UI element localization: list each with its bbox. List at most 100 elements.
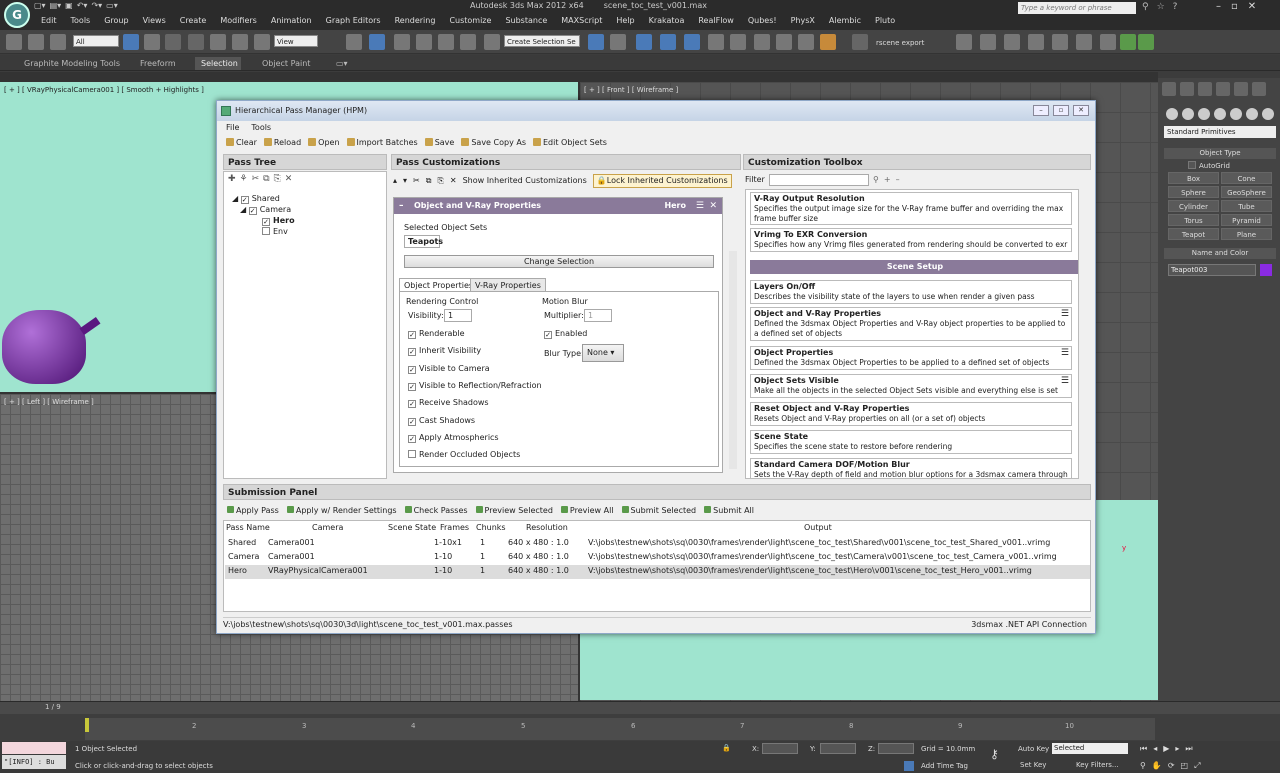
filter-input[interactable] xyxy=(769,174,869,186)
menu-krakatoa[interactable]: Krakatoa xyxy=(642,16,692,29)
table-cell[interactable]: 1 xyxy=(480,566,485,575)
tab-object-paint[interactable]: Object Paint xyxy=(256,57,316,70)
search-input[interactable]: Type a keyword or phrase xyxy=(1018,2,1136,14)
hierarchy-tab-icon[interactable] xyxy=(1198,82,1212,96)
scene-setup-header[interactable]: Scene Setup xyxy=(750,260,1078,274)
x-coord-field[interactable] xyxy=(762,743,798,754)
submit-selected-button[interactable]: Submit Selected xyxy=(622,504,697,518)
time-cursor[interactable] xyxy=(85,718,89,732)
display-tab-icon[interactable] xyxy=(1234,82,1248,96)
maxscript-input[interactable]: "[INFO] : Bu xyxy=(2,755,66,769)
toolbox-item[interactable]: Scene State Specifies the scene state to … xyxy=(750,430,1072,454)
hpm-menu-tools[interactable]: Tools xyxy=(251,121,271,134)
playback-controls[interactable]: ⏮◂▶▸⏭ xyxy=(1140,744,1199,754)
bind-spacewarp-icon[interactable] xyxy=(50,34,66,50)
set-key-button[interactable]: Set Key xyxy=(1020,761,1046,769)
toolbox-item[interactable]: ☰ Object Sets Visible Make all the objects… xyxy=(750,374,1072,398)
snaps-icon[interactable] xyxy=(394,34,410,50)
curve-editor-icon[interactable] xyxy=(684,34,700,50)
table-cell[interactable]: V:\jobs\testnew\shots\sq\0030\frames\ren… xyxy=(588,538,1050,547)
hpm-minimize-icon[interactable]: – xyxy=(1033,105,1049,116)
copy-icon[interactable]: ⧉ xyxy=(426,173,432,189)
app-logo-button[interactable]: G xyxy=(4,2,30,28)
visible-camera-checkbox[interactable]: ✓ Visible to Camera xyxy=(408,364,490,374)
table-cell[interactable]: 1 xyxy=(480,552,485,561)
open-icon[interactable]: ▤▾ xyxy=(50,1,62,13)
viewport-left-label[interactable]: [ + ] [ Left ] [ Wireframe ] xyxy=(4,398,94,406)
table-cell[interactable]: Hero xyxy=(228,566,247,575)
key-mode-select[interactable]: Selected xyxy=(1052,743,1128,754)
tool-icon-3[interactable] xyxy=(1028,34,1044,50)
hpm-menu-file[interactable]: File xyxy=(226,121,239,134)
teapot-object[interactable] xyxy=(2,310,86,384)
auto-key-button[interactable]: Auto Key xyxy=(1018,745,1049,753)
tab-graphite-modeling[interactable]: Graphite Modeling Tools xyxy=(18,57,126,70)
menu-views[interactable]: Views xyxy=(136,16,173,29)
check-passes-button[interactable]: Check Passes xyxy=(405,504,468,518)
col-resolution[interactable]: Resolution xyxy=(526,523,568,532)
reference-coord-select[interactable]: View xyxy=(274,35,318,47)
key-icon[interactable]: ⚷ xyxy=(990,747,999,761)
spinner-snap-icon[interactable] xyxy=(460,34,476,50)
visibility-input[interactable]: 1 xyxy=(444,309,472,322)
col-camera[interactable]: Camera xyxy=(312,523,343,532)
menu-help[interactable]: Help xyxy=(609,16,641,29)
tab-freeform[interactable]: Freeform xyxy=(134,57,182,70)
tool-icon-6[interactable] xyxy=(1100,34,1116,50)
toolbox-item[interactable]: ☰ Object Properties Defined the 3dsmax Obj… xyxy=(750,346,1072,370)
env-checkbox[interactable] xyxy=(262,227,270,235)
lights-icon[interactable] xyxy=(1198,108,1210,120)
cylinder-button[interactable]: Cylinder xyxy=(1168,200,1219,212)
named-selection-select[interactable]: Create Selection Se xyxy=(504,35,580,47)
layer-manager-icon[interactable] xyxy=(636,34,652,50)
geometry-icon[interactable] xyxy=(1166,108,1178,120)
schematic-view-icon[interactable] xyxy=(708,34,724,50)
project-icon[interactable]: ▭▾ xyxy=(106,1,118,13)
viewport-front-label[interactable]: [ + ] [ Front ] [ Wireframe ] xyxy=(584,86,678,94)
visible-reflection-checkbox[interactable]: ✓ Visible to Reflection/Refraction xyxy=(408,381,542,391)
open-button[interactable]: Open xyxy=(308,135,339,151)
tab-object-properties[interactable]: Object Properties xyxy=(399,278,479,292)
pivot-icon[interactable] xyxy=(346,34,362,50)
tab-vray-properties[interactable]: V-Ray Properties xyxy=(470,278,546,292)
save-icon[interactable]: ▣ xyxy=(65,1,73,13)
time-slider[interactable]: 1 / 9 xyxy=(0,702,1280,714)
autogrid-checkbox[interactable]: AutoGrid xyxy=(1188,161,1230,170)
helpers-icon[interactable] xyxy=(1230,108,1242,120)
angle-snap-icon[interactable] xyxy=(416,34,432,50)
col-output[interactable]: Output xyxy=(804,523,832,532)
blur-type-select[interactable]: None ▾ xyxy=(582,344,624,362)
toolbox-item[interactable]: Layers On/Off Describes the visibility st… xyxy=(750,280,1072,304)
manipulate-icon[interactable] xyxy=(369,34,385,50)
motion-tab-icon[interactable] xyxy=(1216,82,1230,96)
hero-checkbox[interactable]: ✓ xyxy=(262,218,270,226)
menu-physx[interactable]: PhysX xyxy=(784,16,822,29)
redo-icon[interactable]: ↷▾ xyxy=(91,1,102,13)
move-icon[interactable] xyxy=(210,34,226,50)
pyramid-button[interactable]: Pyramid xyxy=(1221,214,1272,226)
tool-icon-1[interactable] xyxy=(956,34,972,50)
link-icon[interactable] xyxy=(6,34,22,50)
delete-icon[interactable]: ✕ xyxy=(450,173,457,189)
menu-substance[interactable]: Substance xyxy=(498,16,554,29)
tool-icon-7[interactable] xyxy=(1120,34,1136,50)
timeline-ruler[interactable]: 2 3 4 5 6 7 8 9 10 xyxy=(85,718,1155,740)
menu-tools[interactable]: Tools xyxy=(64,16,98,29)
filter-tools[interactable]: ⚲+– xyxy=(873,175,905,184)
renderable-checkbox[interactable]: ✓ Renderable xyxy=(408,329,465,339)
table-cell[interactable]: 640 x 480 : 1.0 xyxy=(508,552,569,561)
object-type-rollout[interactable]: Object Type xyxy=(1164,148,1276,159)
render-occluded-checkbox[interactable]: Render Occluded Objects xyxy=(408,450,520,459)
paste-icon[interactable]: ⎘ xyxy=(437,173,443,189)
table-cell[interactable]: V:\jobs\testnew\shots\sq\0030\frames\ren… xyxy=(588,552,1057,561)
systems-icon[interactable] xyxy=(1262,108,1274,120)
viewport-camera-label[interactable]: [ + ] [ VRayPhysicalCamera001 ] [ Smooth… xyxy=(4,86,204,94)
viewport-nav-controls[interactable]: ⚲✋⟳◰⤢ xyxy=(1140,761,1206,771)
receive-shadows-checkbox[interactable]: ✓ Receive Shadows xyxy=(408,398,489,408)
object-name-field[interactable]: Teapot003 xyxy=(1168,264,1256,276)
shapes-icon[interactable] xyxy=(1182,108,1194,120)
camera-checkbox[interactable]: ✓ xyxy=(248,207,257,215)
toolbox-item[interactable]: V-Ray Output Resolution Specifies the out… xyxy=(750,192,1072,225)
modify-tab-icon[interactable] xyxy=(1180,82,1194,96)
selection-filter-select[interactable]: All xyxy=(73,35,119,47)
